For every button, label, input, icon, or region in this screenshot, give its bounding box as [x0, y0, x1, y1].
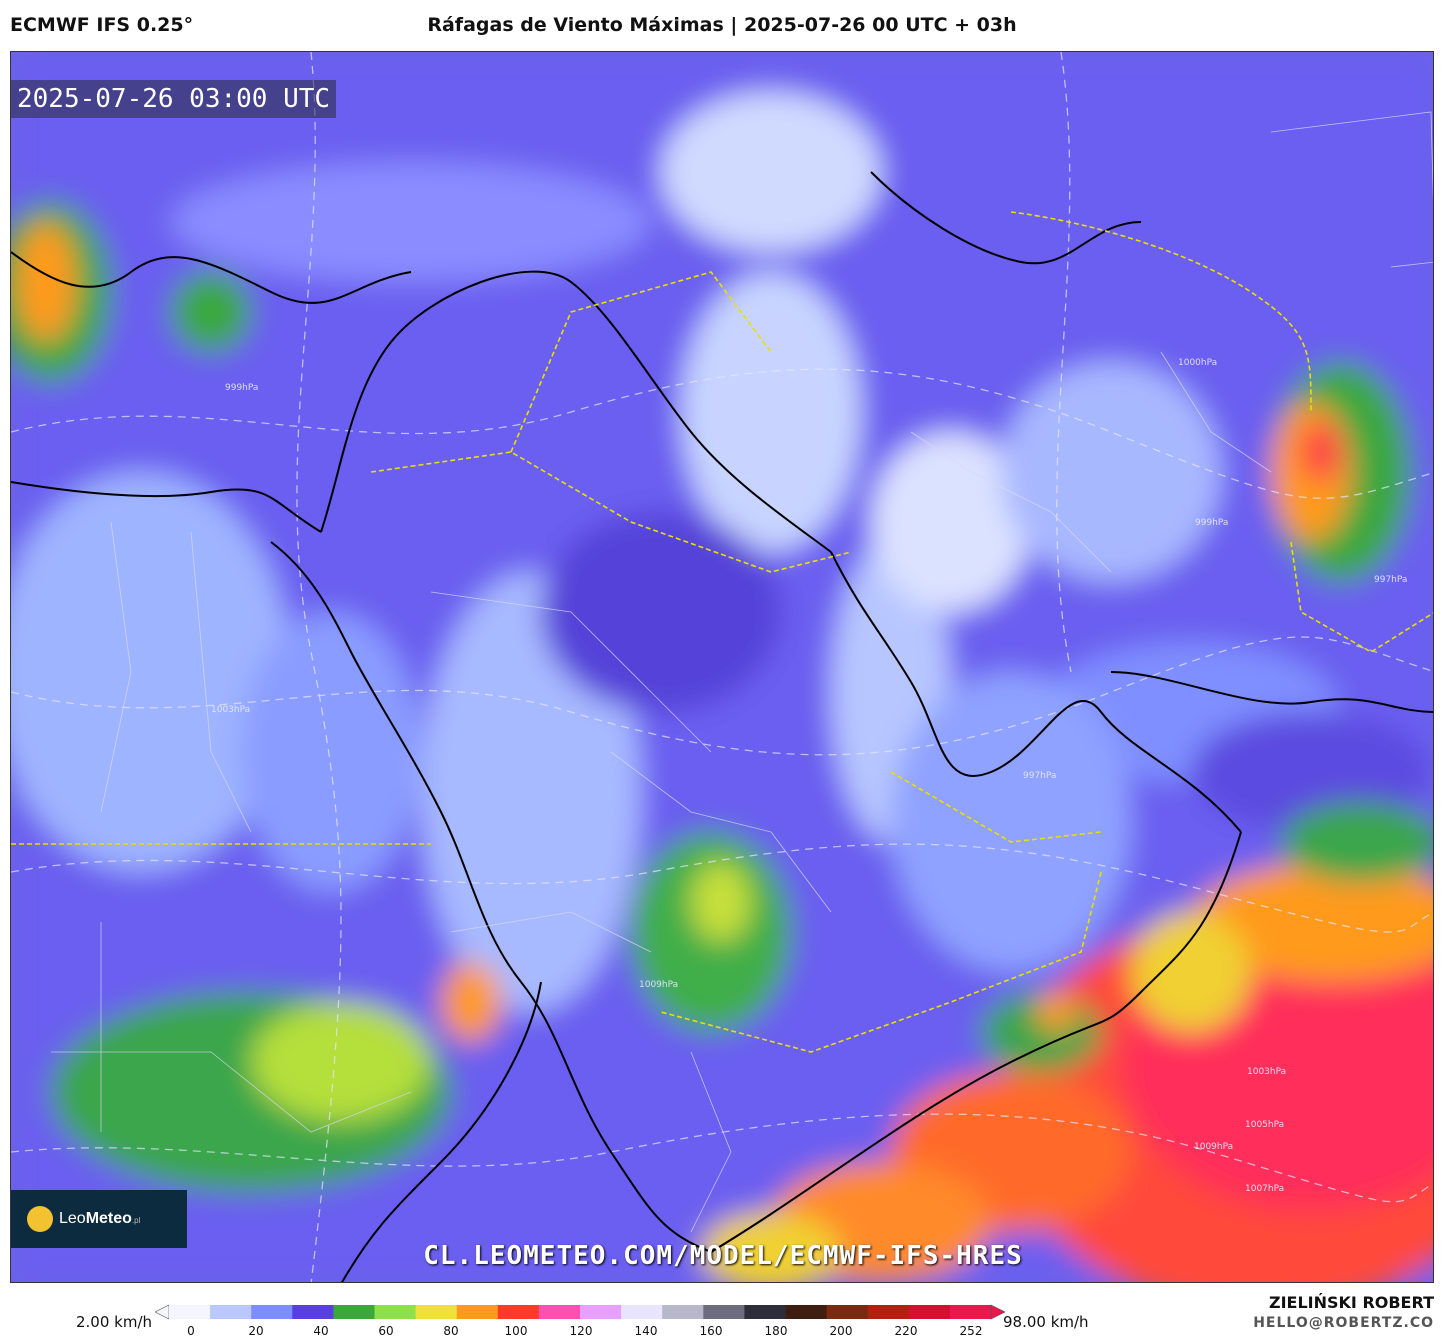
colorbar-tick-label: 220	[894, 1324, 918, 1338]
colorbar-tick-label: 80	[443, 1324, 459, 1338]
colorbar-segment	[374, 1305, 417, 1319]
colorbar-tick-label: 120	[569, 1324, 593, 1338]
colorbar-segment	[580, 1305, 622, 1319]
colorbar-segment	[662, 1305, 704, 1319]
svg-text:1009hPa: 1009hPa	[639, 980, 678, 990]
colorbar-min-label: 2.00 km/h	[76, 1313, 153, 1331]
colorbar-tick-label: 200	[829, 1324, 853, 1338]
colorbar-tick-label: 40	[313, 1324, 329, 1338]
colorbar-max-label: 98.00 km/h	[1003, 1313, 1089, 1331]
colorbar	[155, 1304, 1005, 1320]
colorbar-tick-label: 252	[959, 1324, 983, 1338]
colorbar-segment	[744, 1305, 786, 1319]
colorbar-segment	[292, 1305, 334, 1319]
svg-text:997hPa: 997hPa	[1374, 575, 1407, 585]
colorbar-tick-label: 140	[634, 1324, 658, 1338]
colorbar-min-arrow	[155, 1304, 170, 1320]
svg-text:1003hPa: 1003hPa	[1247, 1067, 1286, 1077]
svg-text:997hPa: 997hPa	[1023, 771, 1056, 781]
colorbar-segment	[251, 1305, 293, 1319]
svg-text:1007hPa: 1007hPa	[1245, 1184, 1284, 1194]
header: ECMWF IFS 0.25° Ráfagas de Viento Máxima…	[0, 0, 1444, 50]
colorbar-segment	[949, 1305, 992, 1319]
colorbar-segment	[169, 1305, 211, 1319]
wind-gust-map[interactable]: 999hPa 1003hPa 1009hPa 1009hPa 997hPa 10…	[10, 51, 1434, 1283]
author-email[interactable]: HELLO@ROBERTZ.CO	[1253, 1315, 1434, 1331]
svg-text:1003hPa: 1003hPa	[211, 705, 250, 715]
sun-icon	[27, 1206, 53, 1232]
colorbar-tick-label: 20	[248, 1324, 264, 1338]
svg-text:1009hPa: 1009hPa	[1194, 1142, 1233, 1152]
svg-text:1000hPa: 1000hPa	[1178, 358, 1217, 368]
colorbar-segment	[867, 1305, 910, 1319]
colorbar-segment	[456, 1305, 499, 1319]
author-name: ZIELIŃSKI ROBERT	[1268, 1293, 1434, 1312]
wind-field	[11, 52, 1433, 1282]
colorbar-tick-label: 100	[504, 1324, 528, 1338]
colorbar-tick-label: 160	[699, 1324, 723, 1338]
svg-text:1005hPa: 1005hPa	[1245, 1120, 1284, 1130]
colorbar-tick-label: 60	[378, 1324, 394, 1338]
colorbar-segment	[785, 1305, 828, 1319]
source-url[interactable]: CL.LEOMETEO.COM/MODEL/ECMWF-IFS-HRES	[11, 1241, 1433, 1271]
colorbar-tick-label: 0	[187, 1324, 195, 1338]
colorbar-segment	[538, 1305, 581, 1319]
colorbar-segment	[333, 1305, 375, 1319]
colorbar-segment	[908, 1305, 951, 1319]
map-canvas: 999hPa 1003hPa 1009hPa 1009hPa 997hPa 10…	[11, 52, 1433, 1282]
logo-text: LeoMeteo.pl	[59, 1210, 141, 1227]
leometeo-logo[interactable]: LeoMeteo.pl	[11, 1190, 187, 1248]
colorbar-segment	[415, 1305, 458, 1319]
colorbar-segment	[703, 1305, 745, 1319]
colorbar-segment	[621, 1305, 663, 1319]
svg-text:999hPa: 999hPa	[225, 383, 258, 393]
colorbar-segment	[497, 1305, 540, 1319]
colorbar-segment	[826, 1305, 869, 1319]
colorbar-segment	[210, 1305, 252, 1319]
footer: 2.00 km/h 0 20 40 60 80 100 120 140 160 180 200 220…	[0, 1283, 1444, 1339]
map-title: Ráfagas de Viento Máximas | 2025-07-26 0…	[427, 14, 1017, 36]
valid-time-label: 2025-07-26 03:00 UTC	[11, 80, 337, 118]
colorbar-tick-label: 180	[764, 1324, 788, 1338]
svg-text:999hPa: 999hPa	[1195, 518, 1228, 528]
colorbar-segments	[155, 1304, 1005, 1320]
